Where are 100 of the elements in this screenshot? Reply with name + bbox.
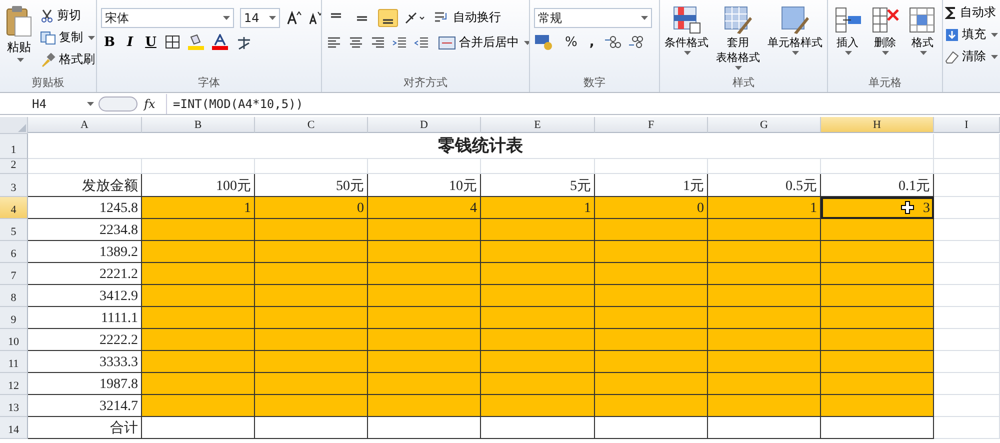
row-header[interactable]: 14: [0, 417, 28, 439]
grow-font-icon: [286, 11, 302, 25]
sigma-icon: [945, 6, 957, 20]
column-header[interactable]: E: [481, 117, 595, 133]
format-painter-button[interactable]: 格式刷: [38, 50, 96, 69]
column-header[interactable]: A: [28, 117, 142, 133]
row-header[interactable]: 4: [0, 197, 28, 219]
border-icon: [165, 35, 182, 49]
table-cell: 1: [481, 197, 595, 219]
table-cell: 发放金额: [28, 174, 142, 197]
table-cell: [934, 329, 1000, 351]
caret-icon: [88, 36, 95, 40]
column-header[interactable]: I: [934, 117, 1000, 133]
underline-button[interactable]: U: [142, 34, 160, 50]
group-label: 对齐方式: [402, 75, 448, 91]
table-cell: [934, 174, 1000, 197]
row-header[interactable]: 3: [0, 174, 28, 197]
eraser-icon: [945, 50, 959, 64]
table-cell: [934, 134, 1000, 159]
caret-icon: [223, 16, 230, 20]
merge-center-button[interactable]: 合并后居中: [436, 33, 529, 52]
insert-function-button[interactable]: fx: [144, 97, 156, 111]
table-cell: [934, 395, 1000, 417]
table-cell: 0: [255, 197, 368, 219]
table-cell: 0: [595, 197, 708, 219]
caret-icon: [845, 51, 852, 55]
table-cell: [934, 417, 1000, 439]
group-label: 样式: [732, 75, 756, 91]
horizontal-align-icon: [348, 36, 364, 50]
row-header[interactable]: 5: [0, 219, 28, 241]
table-cell: 3: [821, 197, 934, 219]
row-header[interactable]: 2: [0, 159, 28, 174]
table-cell: [934, 263, 1000, 285]
column-header[interactable]: C: [255, 117, 368, 133]
align-lines-icon: [357, 16, 367, 20]
insert-button[interactable]: 插入: [832, 3, 864, 57]
font-size-dropdown[interactable]: 14: [240, 8, 280, 28]
table-cell: [934, 241, 1000, 263]
table-cell: 4: [368, 197, 481, 219]
insert-cells-icon: [832, 5, 863, 35]
column-header[interactable]: F: [595, 117, 708, 133]
column-header[interactable]: G: [708, 117, 821, 133]
table-cell: [934, 285, 1000, 307]
italic-button[interactable]: I: [124, 34, 136, 50]
copy-button[interactable]: 复制: [38, 28, 96, 47]
format-button[interactable]: 格式: [906, 3, 938, 57]
conditional-format-button[interactable]: 条件格式: [664, 3, 710, 57]
clipboard-icon: [6, 5, 32, 37]
group-label: 单元格: [868, 75, 902, 91]
wrap-text-button[interactable]: 自动换行: [432, 8, 503, 27]
row-header[interactable]: 12: [0, 373, 28, 395]
row-header[interactable]: 10: [0, 329, 28, 351]
vertical-align-button[interactable]: [378, 8, 398, 26]
caret-icon: [87, 102, 94, 106]
comma-button[interactable]: ,: [586, 34, 598, 50]
table-brush-icon: [722, 5, 753, 35]
indent-icon: [414, 36, 430, 50]
conditional-format-icon: [672, 5, 702, 35]
formula-field[interactable]: =INT(MOD(A4*10,5)): [166, 94, 1000, 114]
column-header[interactable]: B: [142, 117, 255, 133]
caret-icon: [269, 16, 276, 20]
bold-button[interactable]: B: [101, 34, 118, 50]
delete-button[interactable]: 删除: [868, 3, 901, 57]
splitter-handle-icon[interactable]: [98, 96, 138, 112]
column-header[interactable]: H: [821, 117, 934, 133]
cell-styles-button[interactable]: 单元格样式: [766, 3, 824, 57]
cut-button[interactable]: 剪切: [38, 6, 96, 25]
table-cell: [934, 351, 1000, 373]
fill-button[interactable]: 填充: [943, 25, 1000, 44]
row-header[interactable]: 11: [0, 351, 28, 373]
align-lines-icon: [331, 12, 341, 18]
caret-icon: [684, 51, 692, 55]
caret-icon: [920, 51, 927, 55]
row-header[interactable]: 6: [0, 241, 28, 263]
row-header[interactable]: 7: [0, 263, 28, 285]
caret-icon: [882, 51, 890, 55]
percent-button[interactable]: %: [562, 34, 580, 50]
caret-icon: [16, 58, 24, 62]
row-header[interactable]: 9: [0, 307, 28, 329]
table-cell: [934, 159, 1000, 174]
font-name-dropdown[interactable]: 宋体: [101, 8, 234, 28]
number-format-dropdown[interactable]: 常规: [534, 8, 652, 28]
autosum-button[interactable]: 自动求: [943, 3, 1000, 22]
table-cell: [934, 197, 1000, 219]
horizontal-align-icon: [326, 36, 342, 50]
merge-cells-icon: [438, 36, 456, 50]
caret-icon: [735, 66, 742, 70]
row-header[interactable]: 8: [0, 285, 28, 307]
paste-button[interactable]: 粘贴: [4, 3, 34, 64]
cell-brush-icon: [780, 5, 810, 35]
name-box[interactable]: H4: [0, 97, 98, 111]
clear-button[interactable]: 清除: [943, 47, 1000, 66]
caret-icon: [991, 54, 998, 58]
table-cell: [934, 307, 1000, 329]
format-as-table-button[interactable]: 套用 表格格式: [714, 3, 761, 72]
table-cell: 1: [142, 197, 255, 219]
copy-icon: [40, 30, 56, 44]
row-header[interactable]: 1: [0, 134, 28, 159]
column-header[interactable]: D: [368, 117, 481, 133]
row-header[interactable]: 13: [0, 395, 28, 417]
